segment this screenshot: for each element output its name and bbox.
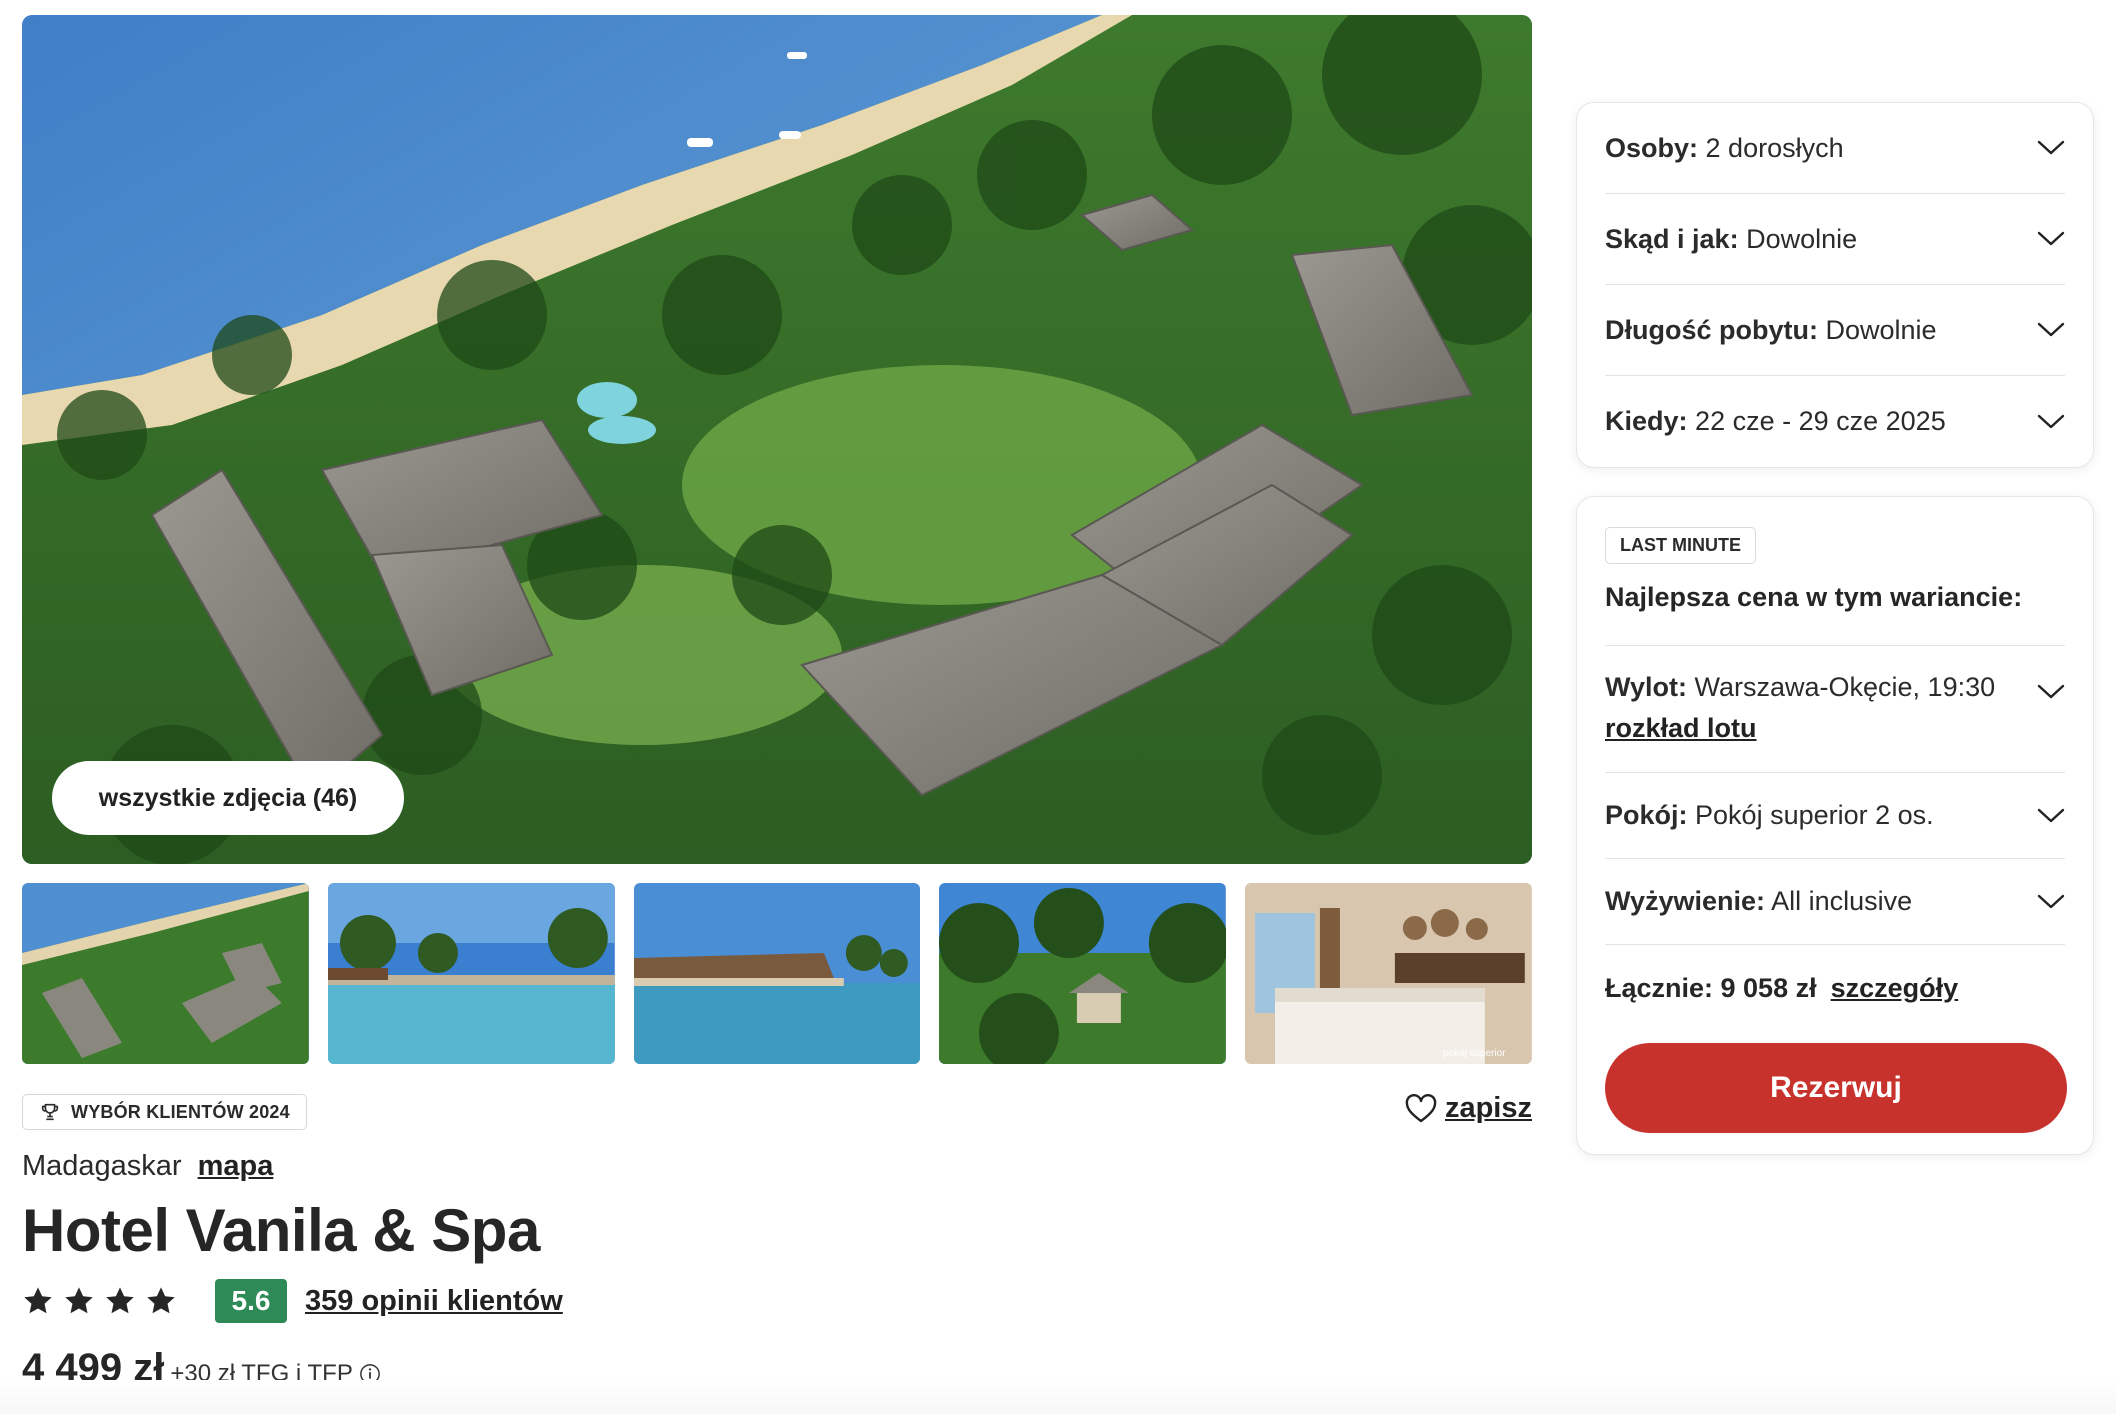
customer-choice-badge: WYBÓR KLIENTÓW 2024	[22, 1094, 307, 1130]
aerial-resort-photo	[22, 883, 309, 1064]
total-price: Łącznie: 9 058 zł	[1605, 972, 1817, 1003]
filter-persons[interactable]: Osoby: 2 dorosłych	[1605, 103, 2065, 194]
star-icon	[147, 1287, 175, 1314]
chevron-down-icon	[2037, 414, 2065, 428]
filter-dates[interactable]: Kiedy: 22 cze - 29 cze 2025	[1605, 376, 2065, 467]
thumbnail-strip: pokój superior	[22, 883, 1532, 1064]
offer-flight[interactable]: Wylot: Warszawa-Okęcie, 19:30 rozkład lo…	[1605, 646, 2065, 773]
hotel-room-photo: pokój superior	[1245, 883, 1532, 1064]
location-row: Madagaskar mapa	[22, 1150, 273, 1183]
chevron-down-icon	[2037, 684, 2065, 699]
map-link[interactable]: mapa	[198, 1150, 274, 1183]
hero-photo[interactable]: wszystkie zdjęcia (46)	[22, 15, 1532, 864]
filter-persons-text: Osoby: 2 dorosłych	[1605, 132, 1844, 163]
filter-departure-text: Skąd i jak: Dowolnie	[1605, 223, 1858, 254]
last-minute-badge: LAST MINUTE	[1605, 527, 1756, 564]
chevron-down-icon	[2037, 322, 2065, 337]
rating-row: 5.6 359 opinii klientów	[22, 1278, 563, 1324]
flight-info: Wylot: Warszawa-Okęcie, 19:30 rozkład lo…	[1605, 672, 1995, 744]
room-text: Pokój: Pokój superior 2 os.	[1605, 800, 1934, 830]
offer-room[interactable]: Pokój: Pokój superior 2 os.	[1605, 773, 2065, 859]
search-filters-card: Osoby: 2 dorosłych Skąd i jak: Dowolnie …	[1576, 102, 2094, 468]
infinity-pool-photo	[327, 883, 615, 1064]
chevron-down-icon	[2037, 894, 2065, 908]
filter-departure[interactable]: Skąd i jak: Dowolnie	[1605, 194, 2065, 285]
page-bottom-edge	[0, 1380, 2116, 1414]
reviews-link[interactable]: 359 opinii klientów	[305, 1285, 563, 1318]
hotel-title: Hotel Vanila & Spa	[22, 1197, 540, 1264]
thumbnail-hotel-room[interactable]: pokój superior	[1245, 883, 1532, 1064]
chevron-down-icon	[2037, 140, 2065, 155]
score-badge: 5.6	[215, 1279, 287, 1323]
total-details-link[interactable]: szczegóły	[1831, 973, 1959, 1004]
board-text: Wyżywienie: All inclusive	[1605, 886, 1913, 916]
best-price-heading: Najlepsza cena w tym wariancie:	[1605, 582, 2065, 646]
save-button[interactable]: zapisz	[1405, 1092, 1532, 1125]
save-label: zapisz	[1444, 1092, 1532, 1124]
chevron-down-icon	[2037, 808, 2065, 822]
thumbnail-garden-bungalow[interactable]	[939, 883, 1227, 1064]
aerial-resort-image	[22, 15, 1532, 864]
pool-restaurant-photo	[633, 883, 921, 1064]
flight-text: Wylot: Warszawa-Okęcie, 19:30	[1605, 672, 1996, 702]
customer-choice-label: WYBÓR KLIENTÓW 2024	[71, 1101, 290, 1122]
offer-card: LAST MINUTE Najlepsza cena w tym warianc…	[1576, 496, 2094, 1155]
thumbnail-aerial-resort[interactable]	[22, 883, 309, 1064]
star-icon	[65, 1287, 93, 1314]
country-label: Madagaskar	[22, 1150, 182, 1182]
thumbnail-infinity-pool[interactable]	[327, 883, 615, 1064]
thumbnail-caption: pokój superior	[1443, 1048, 1506, 1059]
filter-duration-text: Długość pobytu: Dowolnie	[1605, 314, 1937, 345]
thumbnail-pool-restaurant[interactable]	[633, 883, 921, 1064]
star-rating	[22, 1285, 177, 1317]
reserve-button[interactable]: Rezerwuj	[1605, 1043, 2067, 1133]
filter-duration[interactable]: Długość pobytu: Dowolnie	[1605, 285, 2065, 376]
offer-total: Łącznie: 9 058 zł szczegóły	[1605, 945, 2065, 1031]
garden-bungalow-photo	[939, 883, 1227, 1064]
flight-schedule-link[interactable]: rozkład lotu	[1605, 713, 1995, 744]
all-photos-button[interactable]: wszystkie zdjęcia (46)	[52, 761, 404, 835]
filter-dates-text: Kiedy: 22 cze - 29 cze 2025	[1605, 406, 1946, 436]
heart-icon	[1405, 1093, 1437, 1122]
offer-board[interactable]: Wyżywienie: All inclusive	[1605, 859, 2065, 945]
star-icon	[24, 1287, 52, 1314]
trophy-icon	[41, 1103, 59, 1121]
chevron-down-icon	[2037, 231, 2065, 246]
star-icon	[106, 1287, 134, 1314]
